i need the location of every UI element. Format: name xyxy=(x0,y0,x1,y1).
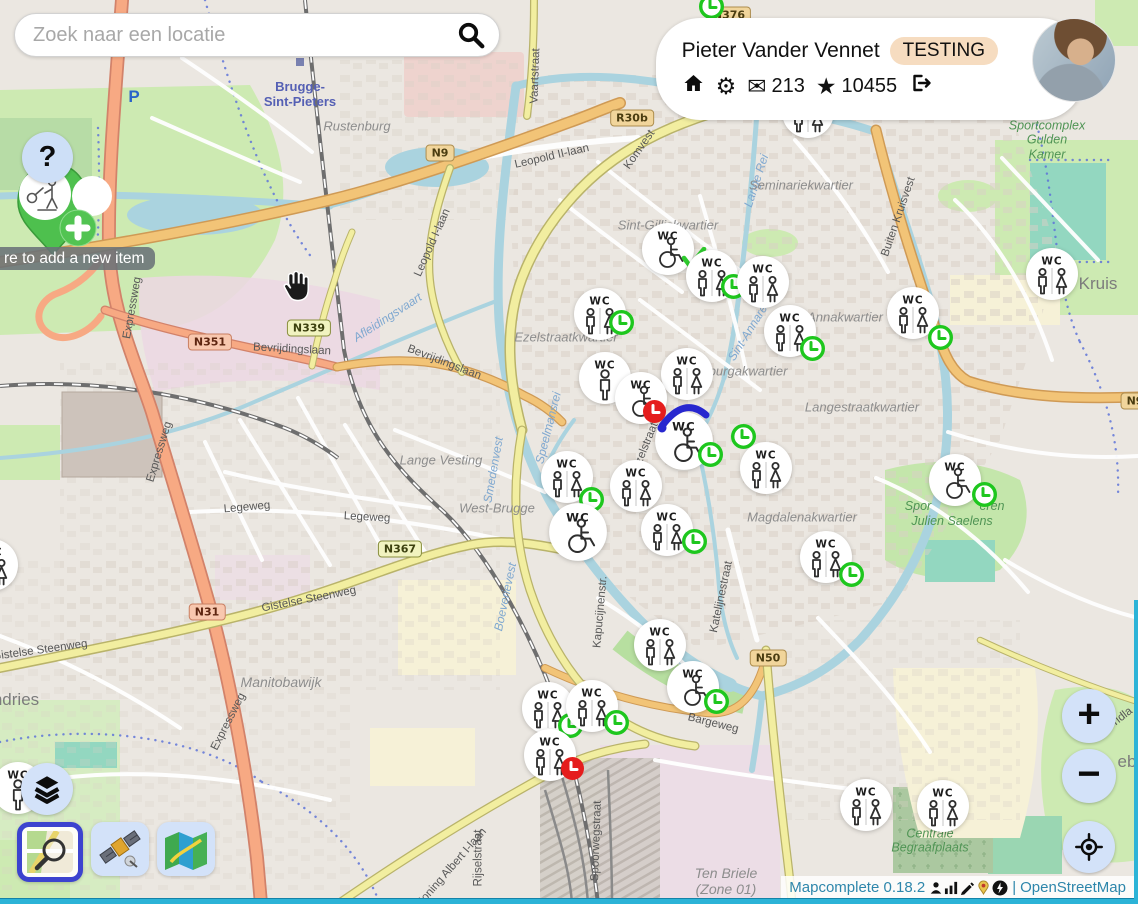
toilet-marker[interactable]: WC xyxy=(839,778,893,837)
plus-icon: + xyxy=(1077,694,1100,734)
svg-text:WC: WC xyxy=(701,258,722,270)
svg-text:WC: WC xyxy=(902,295,923,307)
zoom-in-button[interactable]: + xyxy=(1062,689,1116,743)
logout-icon[interactable] xyxy=(908,71,933,101)
gear-icon[interactable]: ⚙ xyxy=(716,75,737,98)
toilet-marker[interactable]: WC xyxy=(523,728,577,787)
svg-text:WC: WC xyxy=(755,450,776,462)
attribution-icons xyxy=(929,880,1008,896)
toilet-marker[interactable]: WC xyxy=(573,287,627,346)
window-edge-right[interactable] xyxy=(1134,600,1138,904)
toilet-marker[interactable]: WC xyxy=(886,286,940,345)
star-icon: ★ xyxy=(816,75,837,98)
svg-text:WC: WC xyxy=(539,737,560,749)
toilet-marker[interactable]: WC xyxy=(540,450,594,509)
add-item-tooltip: re to add a new item xyxy=(0,247,155,270)
mapcomplete-app: Brugge- Sint-PietersRustenburgVaartstraa… xyxy=(0,0,1138,904)
theme-icon[interactable] xyxy=(976,880,991,895)
svg-text:WC: WC xyxy=(656,512,677,524)
svg-text:WC: WC xyxy=(855,787,876,799)
background-option-map[interactable] xyxy=(17,822,83,882)
svg-text:WC: WC xyxy=(752,264,773,276)
toilet-marker[interactable]: WC xyxy=(799,530,853,589)
svg-text:WC: WC xyxy=(589,296,610,308)
statistics-icon[interactable] xyxy=(944,880,959,895)
layers-icon xyxy=(30,773,64,805)
changesets-item[interactable]: ★ 10455 xyxy=(816,75,897,98)
svg-text:WC: WC xyxy=(676,356,697,368)
svg-text:WC: WC xyxy=(815,539,836,551)
edit-icon[interactable] xyxy=(960,880,975,895)
search-bar xyxy=(14,13,500,57)
minus-icon: − xyxy=(1077,754,1100,794)
osm-map-magnifier-icon xyxy=(27,831,73,873)
attribution-separator: | xyxy=(1012,879,1016,896)
background-switcher xyxy=(17,822,215,882)
svg-text:WC: WC xyxy=(556,459,577,471)
folded-map-icon xyxy=(163,828,209,870)
toilet-marker[interactable]: WC xyxy=(739,441,793,500)
toilet-marker[interactable]: WC xyxy=(928,453,982,512)
messages-count: 213 xyxy=(771,75,804,98)
mapcomplete-version-link[interactable]: Mapcomplete 0.18.2 xyxy=(789,879,925,896)
svg-text:WC: WC xyxy=(0,547,3,559)
svg-text:WC: WC xyxy=(932,788,953,800)
crosshair-icon xyxy=(1072,830,1106,864)
toilet-marker[interactable]: WC xyxy=(916,779,970,838)
toilet-marker[interactable]: WC xyxy=(548,502,608,567)
search-input[interactable] xyxy=(15,24,456,47)
svg-text:WC: WC xyxy=(779,313,800,325)
toilet-marker[interactable]: WC xyxy=(685,249,739,308)
toilet-marker[interactable]: WC xyxy=(660,347,714,406)
user-name: Pieter Vander Vennet xyxy=(682,39,880,63)
avatar[interactable] xyxy=(1032,18,1116,102)
background-option-folded-map[interactable] xyxy=(157,822,215,876)
home-icon[interactable] xyxy=(682,72,705,100)
satellite-icon xyxy=(97,828,143,870)
attribution-bar: Mapcomplete 0.18.2 | OpenStreetMap xyxy=(781,876,1134,899)
window-edge-bottom xyxy=(0,898,1138,904)
svg-text:WC: WC xyxy=(649,627,670,639)
openstreetmap-link[interactable]: OpenStreetMap xyxy=(1020,879,1126,896)
changesets-count: 10455 xyxy=(841,75,897,98)
svg-text:WC: WC xyxy=(1041,256,1062,268)
toilet-marker[interactable]: WC xyxy=(763,304,817,363)
search-icon[interactable] xyxy=(456,20,486,50)
toilet-marker[interactable]: WC xyxy=(654,411,714,476)
svg-text:WC: WC xyxy=(537,690,558,702)
license-icon[interactable] xyxy=(992,880,1008,896)
svg-text:WC: WC xyxy=(581,688,602,700)
testing-badge: TESTING xyxy=(890,37,998,65)
community-icon[interactable] xyxy=(929,880,943,895)
svg-text:WC: WC xyxy=(625,468,646,480)
toilet-marker[interactable]: WC xyxy=(640,503,694,562)
background-option-satellite[interactable] xyxy=(91,822,149,876)
layers-button[interactable] xyxy=(21,763,73,815)
user-panel: Pieter Vander Vennet TESTING ⚙ ✉ 213 ★ 1… xyxy=(656,18,1084,120)
mail-icon: ✉ xyxy=(747,75,766,98)
toilet-marker[interactable]: WC xyxy=(1025,247,1079,306)
toilet-marker[interactable]: WC xyxy=(0,538,19,597)
zoom-out-button[interactable]: − xyxy=(1062,749,1116,803)
geolocate-button[interactable] xyxy=(1063,821,1115,873)
help-button[interactable]: ? xyxy=(22,132,73,183)
messages-item[interactable]: ✉ 213 xyxy=(747,75,805,98)
toilet-marker[interactable]: WC xyxy=(666,660,720,719)
